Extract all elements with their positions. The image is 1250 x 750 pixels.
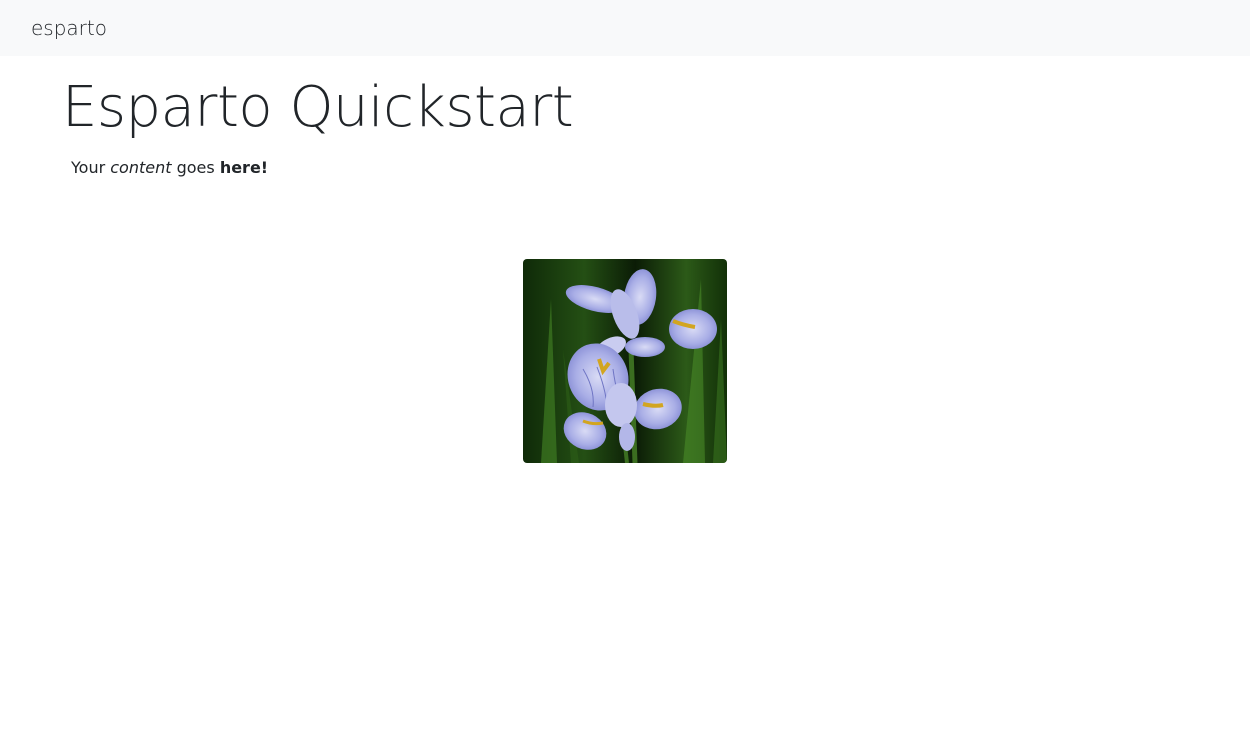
navbar: esparto <box>0 0 1250 56</box>
iris-image <box>523 259 727 463</box>
navbar-brand[interactable]: esparto <box>31 16 107 40</box>
paragraph-text-2: goes <box>171 158 220 177</box>
content-paragraph: Your content goes here! <box>71 157 268 179</box>
paragraph-text-1: Your <box>71 158 111 177</box>
page-title: Esparto Quickstart <box>62 75 574 140</box>
paragraph-bold: here! <box>219 158 269 177</box>
paragraph-italic: content <box>110 158 172 177</box>
iris-flower-icon <box>523 259 727 463</box>
